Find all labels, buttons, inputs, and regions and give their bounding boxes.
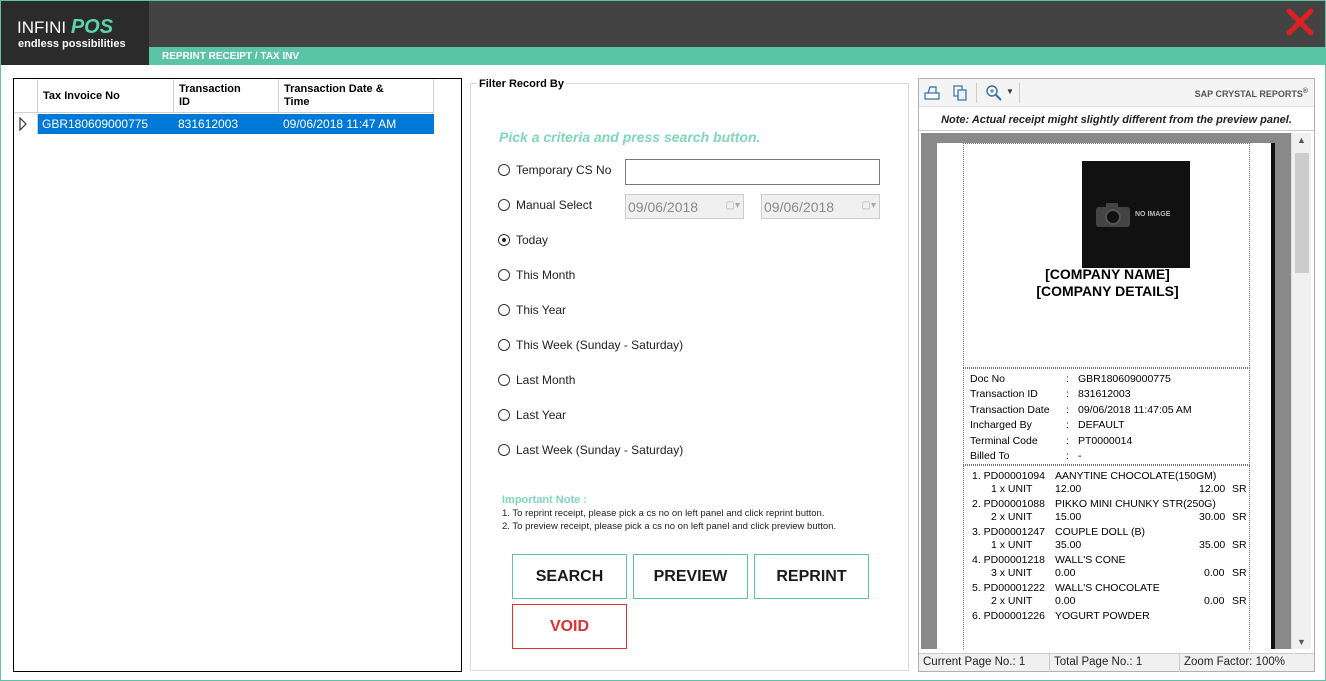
- receipt-page: NO IMAGE [COMPANY NAME] [COMPANY DETAILS…: [937, 143, 1275, 649]
- radio-last-week[interactable]: Last Week (Sunday - Saturday): [498, 442, 683, 458]
- preview-note: Note: Actual receipt might slightly diff…: [919, 109, 1314, 131]
- sub-title-bar: REPRINT RECEIPT / TAX INV: [149, 47, 1325, 65]
- radio-button-selected[interactable]: [498, 234, 510, 246]
- row-header-cell: [14, 79, 38, 113]
- info-transaction-id: Transaction ID:831612003: [970, 388, 1131, 400]
- scroll-down-icon[interactable]: ▼: [1297, 637, 1306, 647]
- important-note-title: Important Note :: [502, 494, 587, 506]
- app-logo: INFINI POS endless possibilities: [1, 1, 149, 65]
- radio-this-week[interactable]: This Week (Sunday - Saturday): [498, 337, 683, 353]
- scroll-thumb[interactable]: [1295, 153, 1309, 273]
- preview-button[interactable]: PREVIEW: [633, 554, 748, 599]
- total-page-status: Total Page No.: 1: [1050, 654, 1180, 672]
- filter-legend: Filter Record By: [477, 78, 566, 90]
- reprint-button[interactable]: REPRINT: [754, 554, 869, 599]
- radio-button[interactable]: [498, 269, 510, 281]
- radio-manual-select[interactable]: Manual Select: [498, 197, 592, 213]
- cell-tax-invoice-no[interactable]: GBR180609000775: [38, 114, 174, 134]
- viewer-status-bar: Current Page No.: 1 Total Page No.: 1 Zo…: [919, 653, 1314, 672]
- info-incharged-by: Incharged By: DEFAULT: [970, 419, 1125, 431]
- radio-today[interactable]: Today: [498, 232, 548, 248]
- scroll-up-icon[interactable]: ▲: [1297, 135, 1306, 145]
- sap-brand: SAP CRYSTAL REPORTS®: [1194, 88, 1308, 99]
- row-indicator[interactable]: [14, 114, 38, 134]
- col-header-tax-invoice[interactable]: Tax Invoice No: [38, 79, 174, 113]
- important-note-line: 2. To preview receipt, please pick a cs …: [502, 521, 837, 532]
- toolbar-separator: [1019, 83, 1020, 103]
- radio-last-year[interactable]: Last Year: [498, 407, 566, 423]
- list-item: 2. PD00001088 PIKKO MINI CHUNKY STR(250G)…: [972, 498, 1247, 523]
- zoom-icon[interactable]: [985, 84, 1003, 102]
- print-icon[interactable]: [923, 84, 941, 102]
- col-header-transaction-id[interactable]: Transaction ID: [174, 79, 279, 113]
- title-bar: [1, 1, 1325, 47]
- radio-this-year[interactable]: This Year: [498, 302, 566, 318]
- void-button[interactable]: VOID: [512, 604, 627, 649]
- radio-button[interactable]: [498, 339, 510, 351]
- radio-button[interactable]: [498, 409, 510, 421]
- radio-button[interactable]: [498, 444, 510, 456]
- list-item: 4. PD00001218 WALL'S CONE 3 x UNIT 0.00 0.…: [972, 554, 1247, 579]
- receipt-grid[interactable]: Tax Invoice No Transaction ID Transaction…: [13, 78, 462, 672]
- company-name: [COMPANY NAME]: [1045, 266, 1170, 282]
- close-icon[interactable]: [1285, 7, 1315, 37]
- radio-button[interactable]: [498, 164, 510, 176]
- list-item: 1. PD00001094 AANYTINE CHOCOLATE(150GM) 1…: [972, 470, 1247, 495]
- calendar-dropdown-icon[interactable]: ▢▾: [726, 200, 740, 211]
- radio-button[interactable]: [498, 304, 510, 316]
- radio-last-month[interactable]: Last Month: [498, 372, 575, 388]
- camera-icon: [1096, 203, 1130, 227]
- radio-temporary-cs-no[interactable]: Temporary CS No: [498, 162, 611, 178]
- info-billed-to: Billed To: -: [970, 450, 1082, 462]
- date-to-picker[interactable]: 09/06/2018 ▢▾: [761, 194, 880, 219]
- info-transaction-date: Transaction Date:09/06/2018 11:47:05 AM: [970, 404, 1192, 416]
- calendar-dropdown-icon[interactable]: ▢▾: [862, 200, 876, 211]
- receipt-items-box: 1. PD00001094 AANYTINE CHOCOLATE(150GM) 1…: [963, 465, 1250, 649]
- current-page-status: Current Page No.: 1: [919, 654, 1050, 672]
- radio-button[interactable]: [498, 374, 510, 386]
- table-row[interactable]: GBR180609000775 831612003 09/06/2018 11:…: [14, 114, 434, 134]
- list-item: 3. PD00001247 COUPLE DOLL (B) 1 x UNIT 35.…: [972, 526, 1247, 551]
- info-doc-no: Doc No: GBR180609000775: [970, 373, 1171, 385]
- temporary-cs-input[interactable]: [625, 159, 880, 185]
- cell-transaction-date[interactable]: 09/06/2018 11:47 AM: [279, 114, 434, 134]
- copy-icon[interactable]: [951, 84, 969, 102]
- filter-hint: Pick a criteria and press search button.: [499, 129, 761, 145]
- toolbar-separator: [976, 83, 977, 103]
- receipt-info-box: Doc No: GBR180609000775 Transaction ID:83…: [963, 368, 1250, 465]
- radio-button[interactable]: [498, 199, 510, 211]
- logo-tagline: endless possibilities: [18, 38, 126, 50]
- receipt-header-box: NO IMAGE [COMPANY NAME] [COMPANY DETAILS…: [963, 143, 1250, 368]
- grid-header: Tax Invoice No Transaction ID Transaction…: [14, 79, 434, 113]
- no-image-placeholder: NO IMAGE: [1082, 161, 1190, 268]
- reprint-window: INFINI POS endless possibilities REPRINT…: [0, 0, 1326, 681]
- company-details: [COMPANY DETAILS]: [1036, 283, 1179, 299]
- search-button[interactable]: SEARCH: [512, 554, 627, 599]
- viewer-toolbar: ▼ SAP CRYSTAL REPORTS®: [919, 79, 1314, 107]
- important-note-line: 1. To reprint receipt, please pick a cs …: [502, 508, 825, 519]
- list-item: 6. PD00001226 YOGURT POWDER: [972, 610, 1150, 622]
- zoom-dropdown-icon[interactable]: ▼: [1006, 87, 1014, 96]
- list-item: 5. PD00001222 WALL'S CHOCOLATE 2 x UNIT 0.…: [972, 582, 1247, 607]
- page-title: REPRINT RECEIPT / TAX INV: [162, 51, 300, 62]
- report-canvas[interactable]: NO IMAGE [COMPANY NAME] [COMPANY DETAILS…: [921, 133, 1291, 649]
- radio-this-month[interactable]: This Month: [498, 267, 575, 283]
- vertical-scrollbar[interactable]: ▲ ▼: [1291, 133, 1311, 649]
- zoom-status: Zoom Factor: 100%: [1184, 656, 1285, 668]
- col-header-transaction-date[interactable]: Transaction Date & Time: [279, 79, 434, 113]
- report-viewer: ▼ SAP CRYSTAL REPORTS® Note: Actual rece…: [918, 78, 1315, 672]
- cell-transaction-id[interactable]: 831612003: [174, 114, 279, 134]
- info-terminal-code: Terminal Code: PT0000014: [970, 435, 1133, 447]
- date-from-picker[interactable]: 09/06/2018 ▢▾: [625, 194, 744, 219]
- row-pointer-icon: [19, 117, 27, 131]
- logo-wordmark: INFINI POS: [17, 16, 114, 38]
